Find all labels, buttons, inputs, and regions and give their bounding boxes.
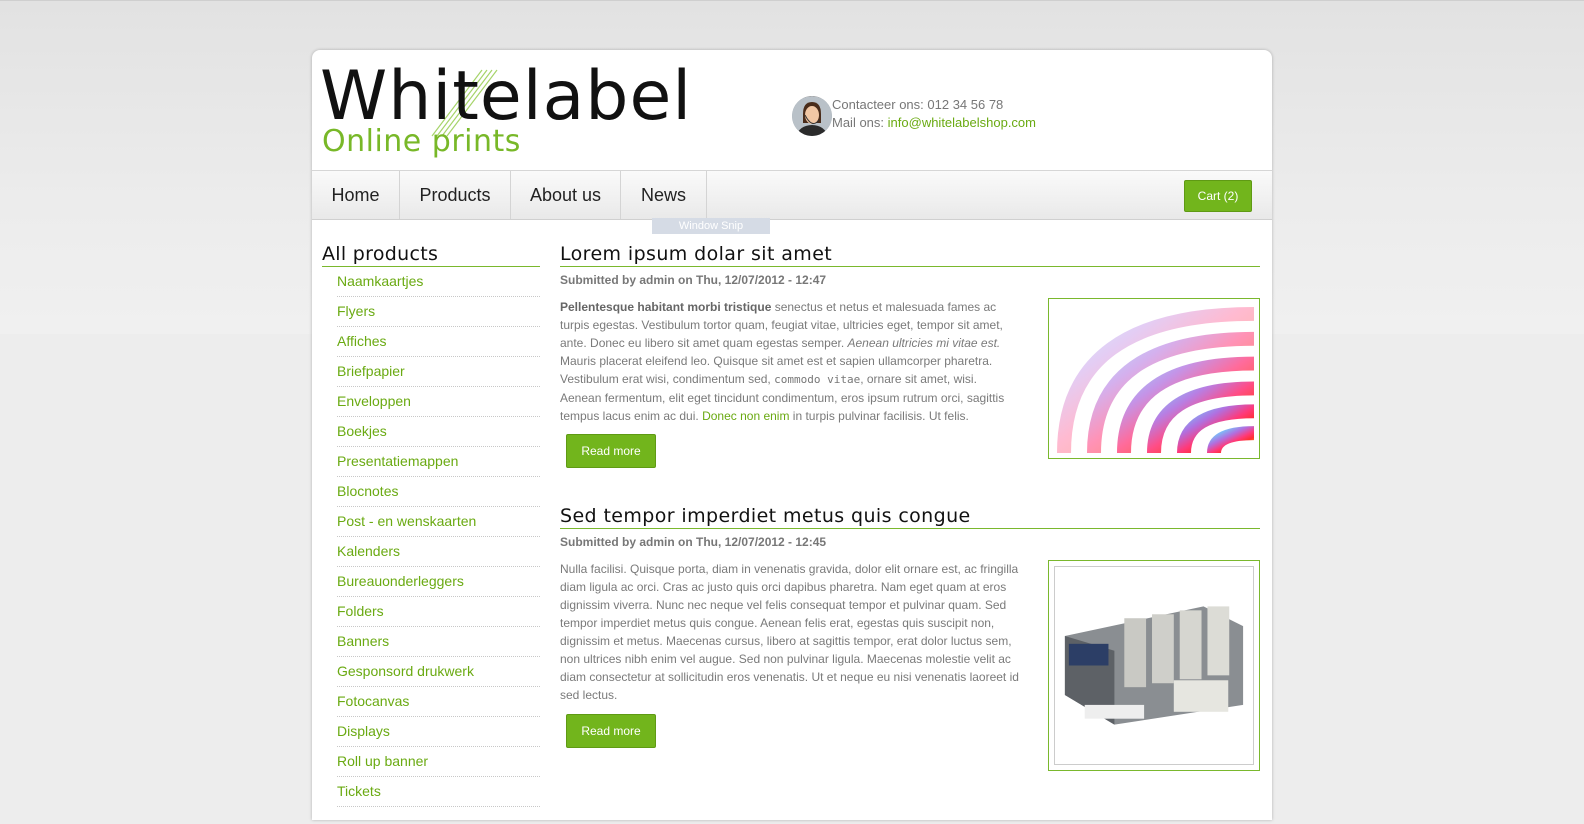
printing-press-icon bbox=[1054, 566, 1254, 765]
color-swatch-fan-icon bbox=[1054, 304, 1255, 454]
article-body: Nulla facilisi. Quisque porta, diam in v… bbox=[560, 562, 1019, 702]
cart-button[interactable]: Cart (2) bbox=[1184, 180, 1252, 212]
article-image[interactable] bbox=[1048, 298, 1260, 459]
category-link[interactable]: Affiches bbox=[337, 327, 540, 357]
contact-phone: Contacteer ons: 012 34 56 78 bbox=[832, 97, 1004, 112]
article-title[interactable]: Sed tempor imperdiet metus quis congue bbox=[560, 504, 1260, 529]
category-link[interactable]: Blocnotes bbox=[337, 477, 540, 507]
read-more-button[interactable]: Read more bbox=[566, 714, 656, 748]
contact-mail-row: Mail ons: info@whitelabelshop.com bbox=[832, 114, 1036, 132]
category-link[interactable]: Fotocanvas bbox=[337, 687, 540, 717]
news-article: Lorem ipsum dolar sit amet Submitted by … bbox=[560, 242, 1260, 482]
article-meta: Submitted by admin on Thu, 12/07/2012 - … bbox=[560, 535, 827, 549]
mail-label: Mail ons: bbox=[832, 115, 885, 130]
nav-home[interactable]: Home bbox=[312, 171, 400, 219]
logo-main-text: Whitelabel bbox=[320, 57, 693, 136]
article-code: commodo vitae bbox=[774, 373, 861, 386]
product-sidebar: All products Naamkaartjes Flyers Affiche… bbox=[322, 242, 540, 807]
category-link[interactable]: Presentatiemappen bbox=[337, 447, 540, 477]
category-link[interactable]: Post - en wenskaarten bbox=[337, 507, 540, 537]
category-link[interactable]: Enveloppen bbox=[337, 387, 540, 417]
sidebar-title: All products bbox=[322, 242, 540, 267]
nav-products[interactable]: Products bbox=[400, 171, 511, 219]
headset-person-icon bbox=[792, 96, 832, 136]
category-link[interactable]: Roll up banner bbox=[337, 747, 540, 777]
article-lead: Pellentesque habitant morbi tristique bbox=[560, 300, 772, 314]
news-article: Sed tempor imperdiet metus quis congue S… bbox=[560, 504, 1260, 824]
category-list: Naamkaartjes Flyers Affiches Briefpapier… bbox=[322, 267, 540, 807]
category-link[interactable]: Displays bbox=[337, 717, 540, 747]
main-navigation: Home Products About us News Cart (2) bbox=[312, 170, 1272, 220]
read-more-button[interactable]: Read more bbox=[566, 434, 656, 468]
support-avatar bbox=[792, 96, 832, 136]
mail-link[interactable]: info@whitelabelshop.com bbox=[888, 115, 1036, 130]
category-link[interactable]: Briefpapier bbox=[337, 357, 540, 387]
article-italic: Aenean ultricies mi vitae est. bbox=[847, 336, 1001, 350]
article-body: Pellentesque habitant morbi tristique se… bbox=[560, 298, 1020, 425]
nav-news[interactable]: News bbox=[621, 171, 707, 219]
article-image[interactable] bbox=[1048, 560, 1260, 771]
category-link[interactable]: Naamkaartjes bbox=[337, 267, 540, 297]
page-container: Whitelabel Online prints Contacteer ons:… bbox=[312, 50, 1272, 820]
article-meta: Submitted by admin on Thu, 12/07/2012 - … bbox=[560, 273, 827, 287]
article-text: in turpis pulvinar facilisis. Ut felis. bbox=[789, 409, 969, 423]
category-link[interactable]: Banners bbox=[337, 627, 540, 657]
category-link[interactable]: Bureauonderleggers bbox=[337, 567, 540, 597]
article-title[interactable]: Lorem ipsum dolar sit amet bbox=[560, 242, 1260, 267]
category-link[interactable]: Kalenders bbox=[337, 537, 540, 567]
category-link[interactable]: Boekjes bbox=[337, 417, 540, 447]
site-logo[interactable]: Whitelabel Online prints bbox=[320, 62, 691, 162]
category-link[interactable]: Flyers bbox=[337, 297, 540, 327]
category-link[interactable]: Tickets bbox=[337, 777, 540, 807]
window-snip-tooltip: Window Snip bbox=[652, 218, 770, 234]
article-link[interactable]: Donec non enim bbox=[702, 409, 789, 423]
category-link[interactable]: Folders bbox=[337, 597, 540, 627]
category-link[interactable]: Gesponsord drukwerk bbox=[337, 657, 540, 687]
logo-sub-text: Online prints bbox=[322, 124, 521, 159]
nav-about-us[interactable]: About us bbox=[511, 171, 621, 219]
